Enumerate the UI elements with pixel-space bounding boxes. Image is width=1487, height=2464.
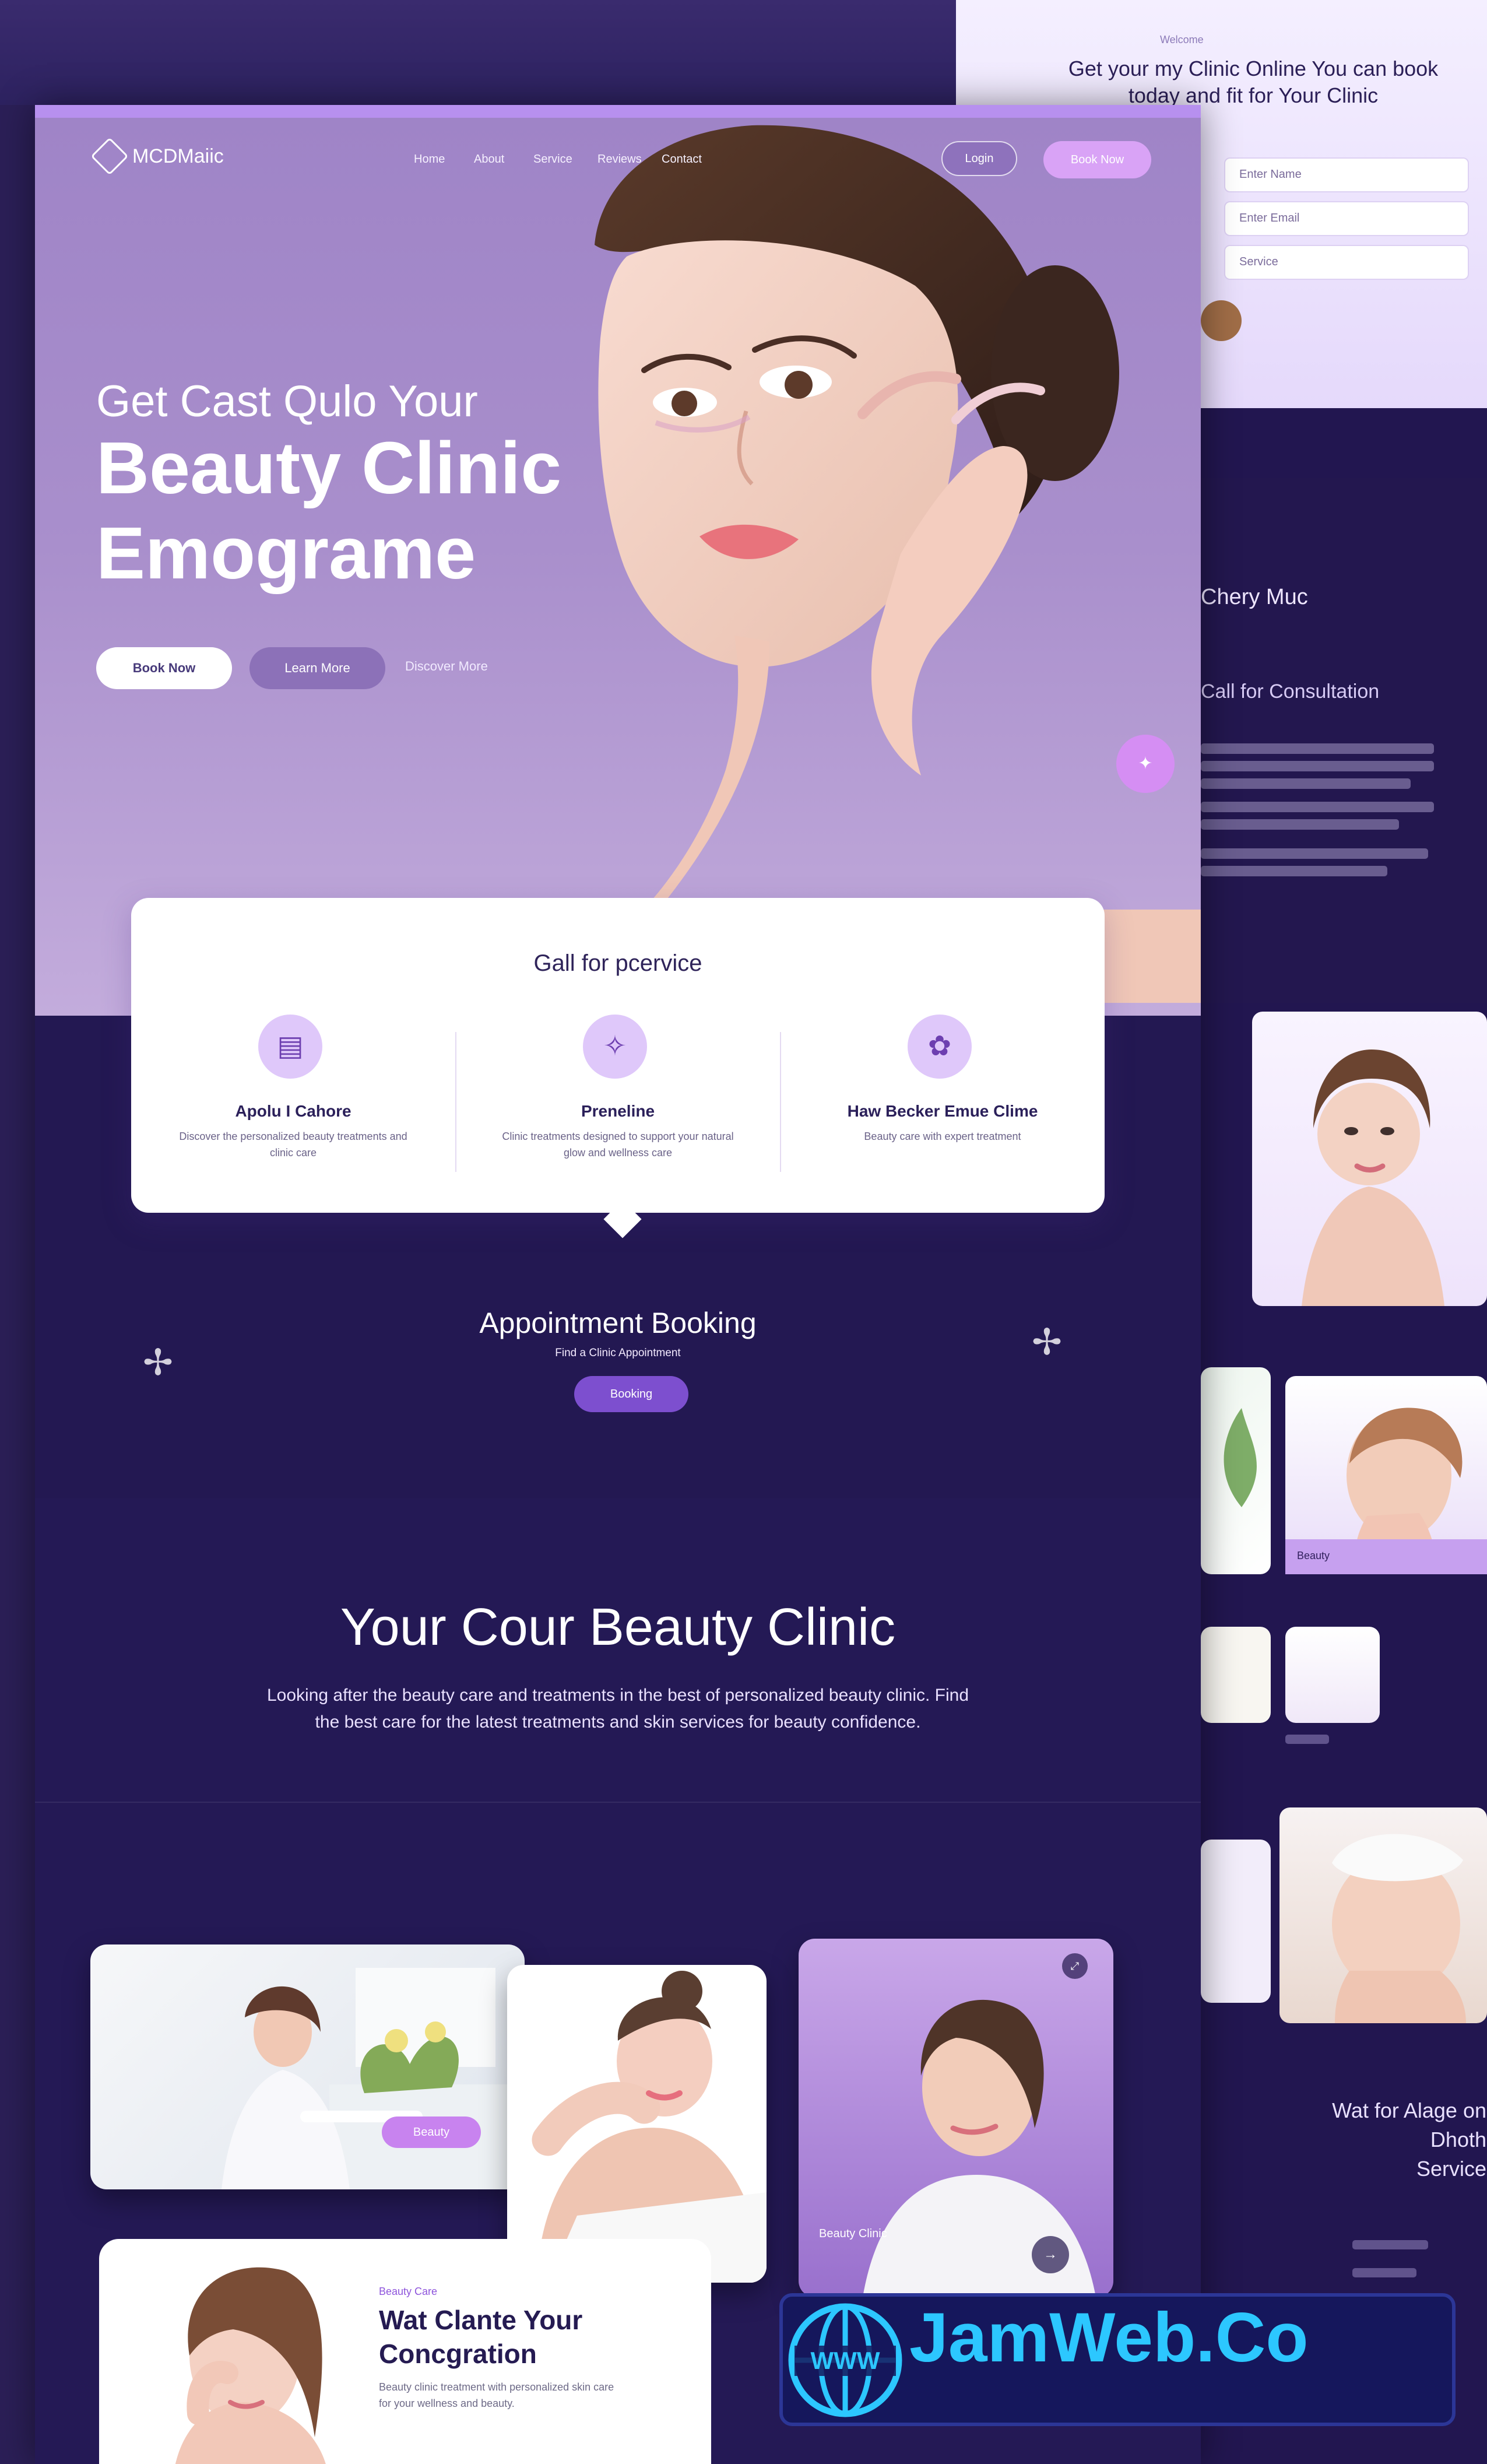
side-about-subtitle: Call for Consultation bbox=[1201, 680, 1380, 703]
side-text-line bbox=[1201, 802, 1434, 812]
side-footer-title-2: Service bbox=[1416, 2157, 1486, 2181]
hero-secondary-button[interactable]: Learn More bbox=[249, 647, 385, 689]
model-shoulder-photo bbox=[507, 1965, 767, 2283]
service-item[interactable]: ✿ Haw Becker Emue Clime Beauty care with… bbox=[781, 1015, 1105, 1189]
service-name: Apolu I Cahore bbox=[235, 1102, 351, 1120]
gallery-tag[interactable]: Beauty bbox=[382, 2116, 481, 2148]
feature-eyebrow: Beauty Care bbox=[379, 2286, 438, 2297]
clinic-interior-photo bbox=[90, 1944, 525, 2189]
booking-subtitle: Find a Clinic Appointment bbox=[555, 1347, 681, 1359]
robe-model-photo bbox=[799, 1939, 1113, 2297]
medical-sparkle-icon: ✧ bbox=[583, 1015, 647, 1079]
side-footer-title: Wat for Alage on Dhoth Service bbox=[1288, 2096, 1486, 2184]
service-description: Clinic treatments designed to support yo… bbox=[502, 1131, 734, 1159]
side-email-field[interactable]: Enter Email bbox=[1224, 201, 1469, 236]
side-treatment-photo bbox=[1285, 1627, 1380, 1723]
side-footer-title-1: Wat for Alage on Dhoth bbox=[1332, 2098, 1486, 2151]
about-title: Your Cour Beauty Clinic bbox=[340, 1598, 896, 1656]
side-title: Get your my Clinic Online You can book t… bbox=[1068, 57, 1439, 107]
feature-model-photo bbox=[175, 2267, 326, 2464]
login-button[interactable]: Login bbox=[941, 141, 1017, 176]
services-card: Gall for pcervice ▤ Apolu I Cahore Disco… bbox=[131, 898, 1105, 1238]
side-text-line bbox=[1201, 819, 1399, 830]
service-card-pointer bbox=[603, 1200, 642, 1238]
woman-photo-icon bbox=[1302, 1050, 1444, 1306]
side-spa-photo bbox=[1201, 1627, 1271, 1723]
side-text-line bbox=[1201, 761, 1434, 771]
feature-title-line-2: Concgration bbox=[379, 2339, 537, 2369]
side-spa-face-photo bbox=[1279, 1807, 1487, 2023]
service-item[interactable]: ▤ Apolu I Cahore Discover the personaliz… bbox=[131, 1015, 455, 1189]
brand-logo[interactable]: MCDMaiic bbox=[90, 137, 224, 176]
services-heading: Gall for pcervice bbox=[533, 950, 702, 976]
side-about-panel bbox=[1201, 478, 1487, 1003]
spa-face-icon bbox=[1332, 1834, 1466, 2023]
product-box-icon: ▤ bbox=[258, 1015, 322, 1079]
floating-chat-button[interactable]: ✦ bbox=[1116, 735, 1175, 793]
feature-title-line-1: Wat Clante Your bbox=[379, 2305, 583, 2335]
clinic-photo-icon bbox=[222, 1968, 525, 2189]
globe-icon: WWW bbox=[788, 2303, 902, 2417]
side-caption: Beauty bbox=[1297, 1550, 1330, 1561]
plant-icon bbox=[1224, 1408, 1257, 1507]
service-name: Haw Becker Emue Clime bbox=[847, 1102, 1038, 1120]
service-description: Beauty care with expert treatment bbox=[864, 1131, 1021, 1142]
gallery-caption: Beauty Clinic bbox=[819, 2227, 887, 2240]
side-text-line bbox=[1201, 848, 1428, 859]
main-page: MCDMaiic Home About Service Reviews Cont… bbox=[35, 105, 1201, 2464]
hero-model-image bbox=[560, 125, 1201, 1003]
nav-link-contact[interactable]: Contact bbox=[662, 153, 702, 166]
brand-logo-text: MCDMaiic bbox=[132, 145, 224, 167]
robe-model-icon bbox=[863, 1999, 1096, 2297]
side-text-line bbox=[1201, 866, 1387, 876]
feature-title: Wat Clante Your Concgration bbox=[379, 2303, 582, 2371]
nav-link-home[interactable]: Home bbox=[414, 153, 445, 166]
side-form-preview bbox=[1201, 1840, 1271, 2003]
booking-title: Appointment Booking bbox=[479, 1307, 757, 1339]
watermark-text: JamWeb.Co bbox=[909, 2298, 1309, 2377]
side-text-line bbox=[1201, 778, 1411, 789]
brand-logo-icon bbox=[90, 137, 129, 176]
globe-label: WWW bbox=[811, 2347, 880, 2374]
side-photo-caption-line bbox=[1285, 1735, 1329, 1744]
about-text: Looking after the beauty care and treatm… bbox=[266, 1686, 969, 1732]
skin-care-icon: ✿ bbox=[908, 1015, 972, 1079]
nav-link-reviews[interactable]: Reviews bbox=[597, 153, 642, 166]
nav-link-about[interactable]: About bbox=[474, 153, 504, 166]
service-description: Discover the personalized beauty treatme… bbox=[179, 1131, 407, 1159]
hero-primary-button[interactable]: Book Now bbox=[96, 647, 232, 689]
service-item[interactable]: ✧ Preneline Clinic treatments designed t… bbox=[456, 1015, 780, 1189]
expand-icon[interactable]: ⤢ bbox=[1062, 1953, 1088, 1979]
side-footer-link[interactable] bbox=[1352, 2268, 1416, 2277]
book-now-button[interactable]: Book Now bbox=[1043, 141, 1151, 178]
side-about-title: Chery Muc bbox=[1201, 585, 1308, 609]
booking-button[interactable]: Booking bbox=[574, 1376, 688, 1412]
hero-title: Beauty Clinic Emograme bbox=[96, 426, 561, 596]
hero-title-line-1: Beauty Clinic bbox=[96, 427, 562, 509]
side-text-line bbox=[1201, 743, 1434, 754]
hero-title-line-2: Emograme bbox=[96, 512, 476, 594]
next-arrow-icon[interactable]: → bbox=[1032, 2236, 1069, 2273]
hero-kicker: Get Cast Qulo Your bbox=[96, 377, 478, 426]
model-photo-icon bbox=[532, 1971, 767, 2283]
side-name-field[interactable]: Enter Name bbox=[1224, 157, 1469, 192]
side-avatar bbox=[1201, 300, 1242, 341]
side-footer-link[interactable] bbox=[1352, 2240, 1428, 2249]
service-name: Preneline bbox=[581, 1102, 655, 1120]
side-plant-photo bbox=[1201, 1367, 1271, 1574]
hero-link[interactable]: Discover More bbox=[405, 659, 488, 674]
side-service-field[interactable]: Service bbox=[1224, 245, 1469, 280]
section-divider bbox=[35, 1802, 1201, 1803]
nav-link-service[interactable]: Service bbox=[533, 153, 572, 166]
side-portrait-photo bbox=[1252, 1012, 1487, 1306]
feature-text: Beauty clinic treatment with personalize… bbox=[379, 2381, 614, 2409]
side-small-label: Welcome bbox=[1160, 34, 1204, 45]
